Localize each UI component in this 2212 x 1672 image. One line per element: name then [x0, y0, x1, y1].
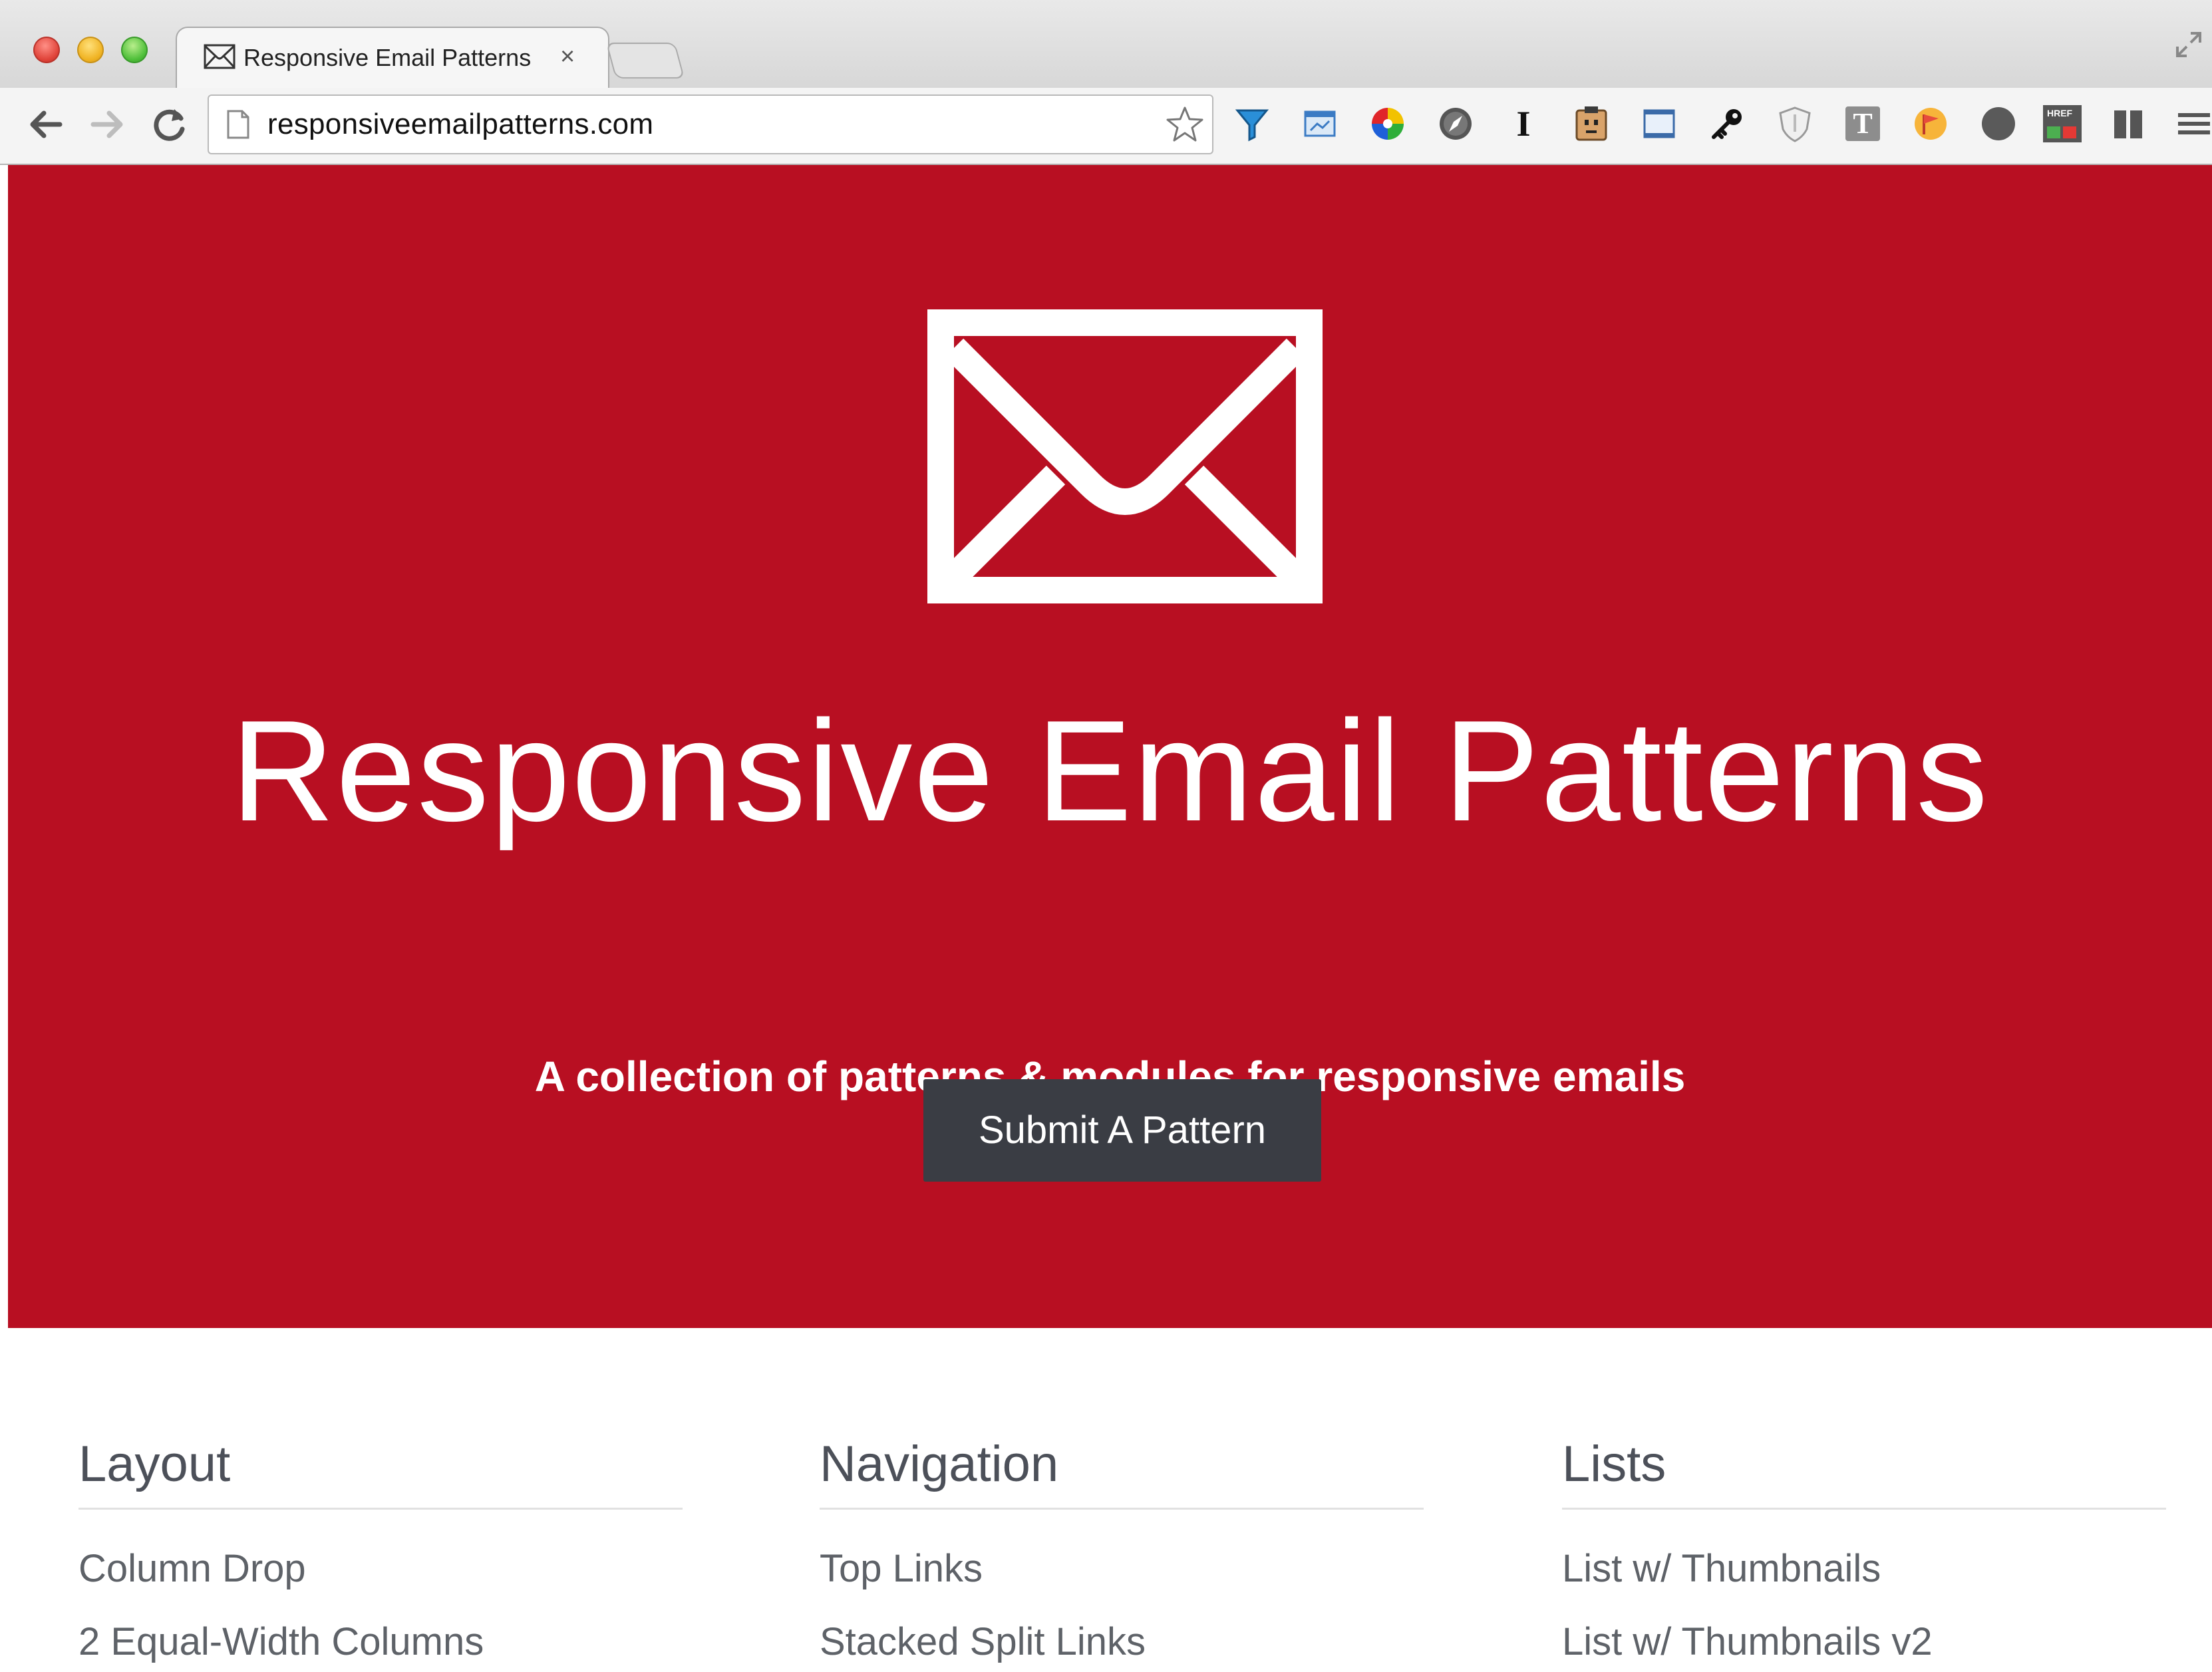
t-extension-icon[interactable]: T	[1841, 102, 1884, 145]
fullscreen-icon[interactable]	[2172, 28, 2205, 61]
menu-icon[interactable]	[2170, 102, 2212, 145]
pattern-link[interactable]: Stacked Split Links	[820, 1619, 1424, 1665]
shield-extension-icon[interactable]	[1774, 102, 1816, 145]
reload-icon[interactable]	[148, 102, 192, 146]
patterns-section: Layout Column Drop 2 Equal-Width Columns…	[8, 1328, 2212, 1672]
text-cursor-extension-icon[interactable]: I	[1502, 102, 1545, 145]
pattern-link[interactable]: 2 Equal-Width Columns	[79, 1619, 683, 1665]
lists-column: Lists List w/ Thumbnails List w/ Thumbna…	[1562, 1434, 2166, 1665]
new-tab-button[interactable]	[605, 43, 685, 79]
envelope-icon	[927, 309, 1323, 603]
close-window-button[interactable]	[33, 37, 60, 63]
lists-list: List w/ Thumbnails List w/ Thumbnails v2	[1562, 1546, 2166, 1665]
page-icon	[227, 110, 249, 139]
pattern-link[interactable]: Column Drop	[79, 1546, 683, 1592]
browser-tab[interactable]: Responsive Email Patterns ×	[176, 27, 609, 89]
submit-pattern-button[interactable]: Submit A Pattern	[923, 1079, 1321, 1182]
text-cursor-label: I	[1516, 104, 1531, 144]
zoom-window-button[interactable]	[121, 37, 148, 63]
pattern-link[interactable]: List w/ Thumbnails	[1562, 1546, 2166, 1592]
flag-extension-icon[interactable]	[1909, 102, 1952, 145]
pattern-link[interactable]: List w/ Thumbnails v2	[1562, 1619, 2166, 1665]
navigation-column: Navigation Top Links Stacked Split Links	[820, 1434, 1424, 1665]
href-extension-icon[interactable]: HREF	[2041, 102, 2084, 145]
layout-list: Column Drop 2 Equal-Width Columns	[79, 1546, 683, 1665]
key-extension-icon[interactable]	[1706, 102, 1748, 145]
lists-heading: Lists	[1562, 1434, 2166, 1510]
navigation-heading: Navigation	[820, 1434, 1424, 1510]
dark-circle-extension-icon[interactable]	[1977, 102, 2020, 145]
color-wheel-extension-icon[interactable]	[1366, 102, 1409, 145]
browser-toolbar: responsiveemailpatterns.com I T HREF	[0, 88, 2212, 165]
navigation-list: Top Links Stacked Split Links	[820, 1546, 1424, 1665]
tab-strip: Responsive Email Patterns ×	[0, 0, 2212, 89]
browser-window: Responsive Email Patterns × responsiveem…	[0, 0, 2212, 1672]
tab-title: Responsive Email Patterns	[243, 44, 532, 71]
funnel-extension-icon[interactable]	[1231, 102, 1273, 145]
t-badge-label: T	[1853, 107, 1873, 140]
window-resizer-extension-icon[interactable]	[1638, 102, 1680, 145]
page-title: Responsive Email Patterns	[230, 690, 1990, 851]
layout-heading: Layout	[79, 1434, 683, 1510]
screenshot-extension-icon[interactable]	[1299, 102, 1341, 145]
columns-extension-icon[interactable]	[2108, 102, 2150, 145]
forward-arrow-icon[interactable]	[85, 102, 129, 146]
address-bar[interactable]: responsiveemailpatterns.com	[208, 94, 1213, 154]
bookmark-star-icon[interactable]	[1164, 104, 1205, 145]
minimize-window-button[interactable]	[77, 37, 104, 63]
layout-column: Layout Column Drop 2 Equal-Width Columns	[79, 1434, 683, 1665]
hero-section: Responsive Email Patterns A collection o…	[8, 165, 2212, 1328]
face-extension-icon[interactable]	[1570, 102, 1613, 145]
compass-extension-icon[interactable]	[1434, 102, 1477, 145]
back-arrow-icon[interactable]	[24, 102, 68, 146]
href-badge-label: HREF	[2047, 108, 2073, 118]
url-text[interactable]: responsiveemailpatterns.com	[267, 108, 653, 141]
envelope-favicon-icon	[204, 44, 236, 69]
tab-close-icon[interactable]: ×	[560, 43, 575, 71]
pattern-link[interactable]: Top Links	[820, 1546, 1424, 1592]
